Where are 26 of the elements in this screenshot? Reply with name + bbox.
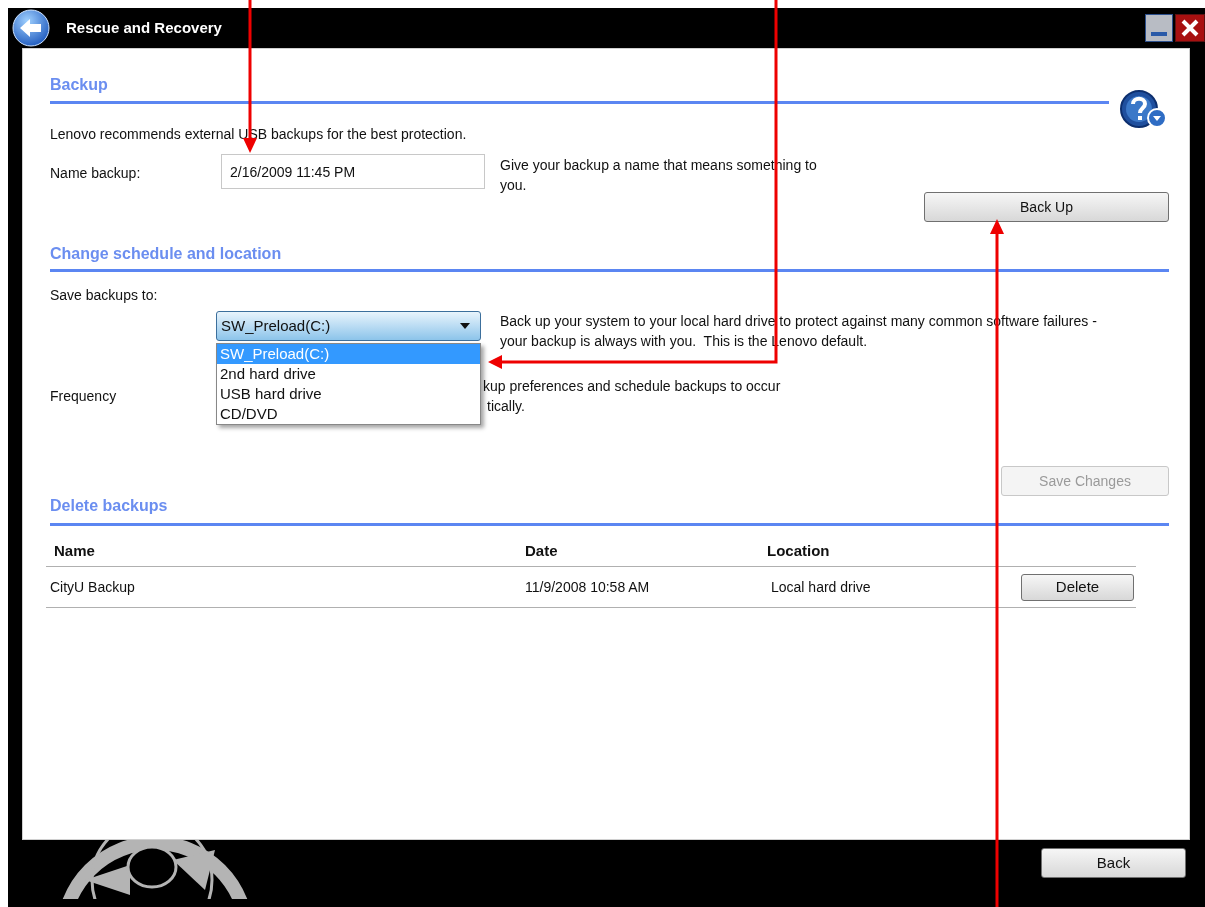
back-button[interactable]: Back [1041, 848, 1186, 878]
delete-button[interactable]: Delete [1021, 573, 1134, 601]
dropdown-option[interactable]: USB hard drive [217, 384, 480, 404]
name-label: Name backup: [50, 164, 142, 183]
dropdown-option[interactable]: CD/DVD [217, 404, 480, 424]
section-heading: Change schedule and location [50, 244, 283, 264]
dropdown-option[interactable]: 2nd hard drive [217, 364, 480, 384]
back-up-button[interactable]: Back Up [924, 192, 1169, 222]
frequency-label: Frequency [50, 387, 117, 404]
column-header: Date [525, 541, 559, 562]
table-cell-text: Local hard drive [771, 577, 872, 597]
window-title: Rescue and Recovery [66, 17, 222, 38]
table-cell-text: CityU Backup [49, 577, 136, 597]
table-cell-text: 11/9/2008 10:58 AM [525, 577, 651, 597]
close-button[interactable] [1175, 14, 1205, 42]
location-dropdown[interactable]: SW_Preload(C:) [216, 311, 481, 341]
caret-icon [460, 323, 470, 329]
frequency-hint: kup preferences and schedule backups to occur [483, 377, 781, 396]
column-header: Location [767, 541, 830, 562]
section-heading: Delete backups [50, 496, 169, 516]
column-header: Name [53, 541, 96, 562]
frequency-hint: tically. [487, 397, 526, 416]
minimize-button[interactable] [1145, 14, 1173, 42]
save-location-label: Save backups to: [50, 286, 158, 304]
section-heading: Backup [50, 75, 109, 95]
name-input-field[interactable]: 2/16/2009 11:45 PM [221, 154, 485, 189]
